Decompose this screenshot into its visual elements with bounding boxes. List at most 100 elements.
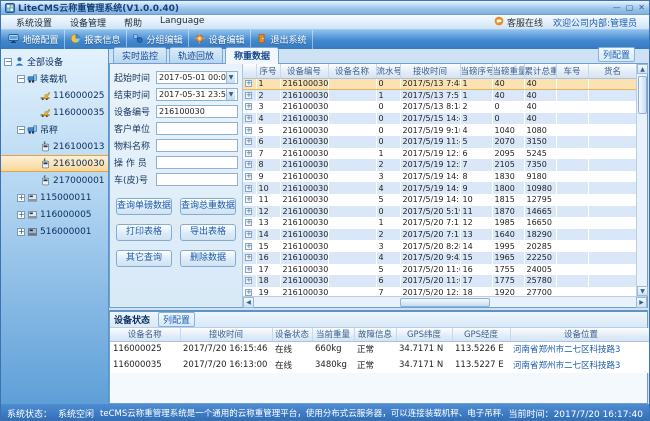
row-expand-icon[interactable]: + [245,219,252,226]
chevron-down-icon[interactable]: ▼ [226,89,235,100]
row-expand-icon[interactable]: + [245,161,252,168]
row-expand-icon[interactable]: + [245,173,252,180]
tree-item-装载机[interactable]: −装载机 [1,70,108,87]
column-header[interactable]: GPS经度 [452,328,510,341]
column-header[interactable]: 序号 [256,64,280,78]
minimize-button[interactable]: — [613,3,621,13]
column-header[interactable]: 货名 [588,64,636,78]
row-expand-icon[interactable]: + [245,231,252,238]
tree-item-116000035[interactable]: 116000035 [1,104,108,121]
tree-expander[interactable]: + [17,194,25,202]
table-row[interactable]: +1721610003052017/5/20 11:06:17161755240… [243,264,636,276]
table-row[interactable]: +721610003012017/5/19 12:57:36620955245 [243,148,636,160]
tree-item-217000001[interactable]: 217000001 [1,172,108,189]
table-row[interactable]: +1421610003022017/5/20 7:11:441316401829… [243,229,636,241]
row-expand-icon[interactable]: + [245,92,252,99]
column-header[interactable]: 设备名称 [328,64,376,78]
row-expand-icon[interactable]: + [245,115,252,122]
table-row[interactable]: +1321610003012017/5/20 7:11:221219851665… [243,217,636,229]
scroll-right-arrow[interactable]: ▶ [636,297,647,308]
tree-item-吊秤[interactable]: −吊秤 [1,121,108,138]
scroll-left-arrow[interactable]: ◀ [243,297,254,308]
row-expand-icon[interactable]: + [245,196,252,203]
tab-实时监控[interactable]: 实时监控 [113,47,167,63]
query-button-1[interactable]: 查询总重数据 [180,198,236,215]
field-input-3[interactable] [156,122,238,135]
menu-item-3[interactable]: Language [151,16,213,29]
column-header[interactable]: 设备名称 [110,328,180,341]
field-input-6[interactable] [156,173,238,186]
tree-expander[interactable]: − [17,75,25,83]
row-expand-icon[interactable]: + [245,80,252,87]
close-button[interactable]: ✕ [638,3,645,13]
table-row[interactable]: +221610003012017/5/13 7:51:1714040 [243,90,636,102]
table-row[interactable]: +621610003002017/5/19 11:41:06520703150 [243,136,636,148]
column-header[interactable]: 接收时间 [180,328,272,341]
table-row[interactable]: +1021610003042017/5/19 14:16:11918001098… [243,182,636,194]
vertical-scroll-thumb[interactable] [638,76,647,114]
tree-expander[interactable]: + [17,211,25,219]
table-row[interactable]: +1121610003052017/5/19 14:16:27101815127… [243,194,636,206]
column-header[interactable]: 流水号 [376,64,400,78]
tree-item-216100013[interactable]: 216100013 [1,138,108,155]
query-button-3[interactable]: 导出表格 [180,224,236,241]
tree-item-115000011[interactable]: +115000011 [1,189,108,206]
query-button-2[interactable]: 打印表格 [116,224,172,241]
table-row[interactable]: +421610003002017/5/15 14:47:383040 [243,113,636,125]
row-expand-icon[interactable]: + [245,289,252,296]
field-input-2[interactable]: 216100030 [156,105,238,118]
device-status-row[interactable]: 1160000352017/7/20 16:13:00在线3480kg正常34.… [110,357,650,373]
column-header[interactable]: 故障信息 [354,328,396,341]
chevron-down-icon[interactable]: ▼ [226,72,235,83]
tab-称重数据[interactable]: 称重数据 [225,47,279,64]
column-header[interactable]: 设备位置 [510,328,650,341]
row-expand-icon[interactable]: + [245,103,252,110]
row-expand-icon[interactable]: + [245,254,252,261]
tree-item-全部设备[interactable]: −全部设备 [1,53,108,70]
field-input-4[interactable] [156,139,238,152]
maximize-button[interactable]: ▢ [626,3,634,13]
table-row[interactable]: +1521610003032017/5/20 8:28:011419952028… [243,240,636,252]
query-button-5[interactable]: 删除数据 [180,250,236,267]
table-row[interactable]: +921610003032017/5/19 14:16:00818309180 [243,171,636,183]
field-input-1[interactable]: 2017-05-31 23:59:00▼ [156,88,238,101]
horizontal-scroll-thumb[interactable] [400,298,490,307]
toolbar-button-0[interactable]: 地磅配置 [3,30,65,49]
column-config-button[interactable]: 列配置 [598,47,635,62]
tab-轨迹回放[interactable]: 轨迹回放 [169,47,223,63]
tree-expander[interactable]: − [4,58,12,66]
column-header[interactable]: 接收时间 [400,64,460,78]
vertical-scrollbar[interactable]: ▲ ▼ [636,64,647,296]
customer-service-link[interactable]: 客服在线 [494,16,543,29]
row-expand-icon[interactable]: + [245,185,252,192]
table-row[interactable]: +1921610003072017/5/20 12:30:19181920277… [243,287,636,296]
menu-item-1[interactable]: 设备管理 [61,16,115,29]
table-row[interactable]: +821610003022017/5/19 12:57:47721057350 [243,159,636,171]
table-row[interactable]: +121610003002017/5/13 7:48:5314040 [243,78,636,90]
device-status-column-config-button[interactable]: 列配置 [158,312,195,327]
tree-item-116000005[interactable]: +116000005 [1,206,108,223]
tree-expander[interactable]: − [17,126,25,134]
column-header[interactable]: 当磅重量 [492,64,524,78]
row-expand-icon[interactable]: + [245,208,252,215]
column-header[interactable]: 设备编号 [280,64,328,78]
tree-item-216100030[interactable]: 216100030 [1,155,108,172]
table-row[interactable]: +1821610003062017/5/20 11:07:23171775257… [243,275,636,287]
horizontal-scrollbar[interactable]: ◀ ▶ [243,296,647,307]
field-input-5[interactable] [156,156,238,169]
row-expand-icon[interactable]: + [245,243,252,250]
row-expand-icon[interactable]: + [245,127,252,134]
column-header[interactable]: 车号 [556,64,588,78]
table-row[interactable]: +1221610003002017/5/20 5:19:211118701466… [243,206,636,218]
scroll-up-arrow[interactable]: ▲ [637,64,648,74]
query-button-0[interactable]: 查询单磅数据 [116,198,172,215]
device-status-row[interactable]: 1160000252017/7/20 16:15:46在线660kg正常34.7… [110,341,650,357]
query-button-4[interactable]: 其它查询 [116,250,172,267]
tree-expander[interactable]: + [17,228,25,236]
column-header[interactable]: 累计总重 [524,64,556,78]
column-header[interactable]: 当前重量 [312,328,354,341]
row-expand-icon[interactable]: + [245,138,252,145]
menu-item-2[interactable]: 帮助 [115,16,151,29]
scroll-down-arrow[interactable]: ▼ [637,286,648,296]
field-input-0[interactable]: 2017-05-01 00:00:00▼ [156,71,238,84]
